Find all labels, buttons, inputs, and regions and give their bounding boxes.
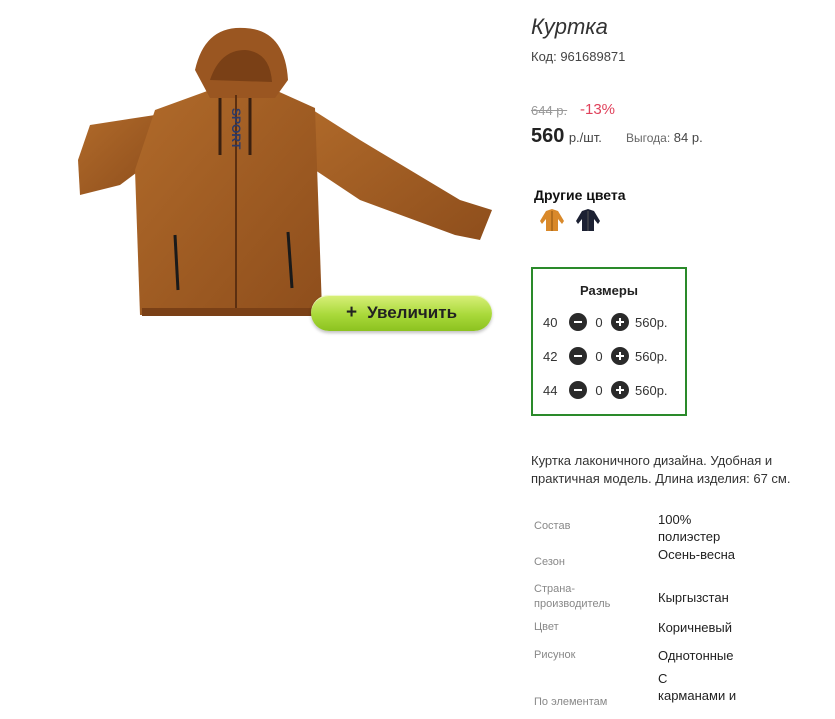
size-row: 42 0 560р. (543, 344, 668, 368)
spec-label: Страна-производитель (534, 583, 611, 610)
size-price: 560р. (635, 382, 668, 398)
minus-icon[interactable] (569, 313, 587, 331)
jacket-print-text: SPORT (229, 108, 243, 150)
savings-label: Выгода: (626, 131, 671, 145)
size-row: 40 0 560р. (543, 310, 668, 334)
zoom-label: Увеличить (367, 303, 458, 322)
savings-value: 84 р. (673, 130, 703, 145)
spec-label: Цвет (534, 621, 559, 633)
savings: Выгода: 84 р. (626, 130, 703, 145)
product-image[interactable]: SPORT (60, 20, 510, 340)
quantity-value: 0 (595, 314, 603, 330)
spec-label: Рисунок (534, 649, 576, 661)
spec-value: 100% полиэстер (658, 512, 721, 544)
quantity-value: 0 (595, 382, 603, 398)
spec-label: Сезон (534, 556, 565, 568)
spec-value: С карманами и (658, 671, 737, 703)
minus-icon[interactable] (569, 381, 587, 399)
color-swatch-navy[interactable] (573, 207, 603, 235)
plus-icon: + (345, 302, 358, 323)
product-title: Куртка (531, 14, 608, 39)
product-code: Код: 961689871 (531, 49, 626, 64)
spec-label: По элементам (534, 696, 608, 708)
price-unit: р./шт. (568, 130, 602, 145)
plus-icon[interactable] (611, 381, 629, 399)
color-swatch-brown[interactable] (537, 207, 567, 235)
sizes-panel: Размеры 40 0 560р. 42 0 560р. 44 0 560р. (531, 267, 687, 416)
spec-value: Однотонные (658, 648, 734, 663)
size-price: 560р. (635, 348, 668, 364)
discount-badge: -13% (580, 101, 616, 118)
size-price: 560р. (635, 314, 668, 330)
quantity-value: 0 (595, 348, 603, 364)
plus-icon[interactable] (611, 347, 629, 365)
old-price: 644 р. (531, 103, 568, 118)
minus-icon[interactable] (569, 347, 587, 365)
spec-value: Коричневый (658, 620, 732, 635)
spec-value: Осень-весна (658, 547, 736, 562)
spec-label: Состав (534, 520, 571, 532)
plus-icon[interactable] (611, 313, 629, 331)
sizes-title: Размеры (580, 283, 638, 298)
size-label: 40 (543, 314, 558, 330)
price-value: 560 (531, 125, 565, 147)
zoom-button[interactable]: + Увеличить (311, 295, 492, 331)
size-label: 44 (543, 382, 558, 398)
spec-value: Кыргызстан (658, 590, 729, 605)
price: 560 р./шт. (531, 125, 602, 148)
size-row: 44 0 560р. (543, 378, 668, 402)
product-description: Куртка лаконичного дизайна. Удобная и пр… (531, 453, 791, 486)
other-colors-title: Другие цвета (534, 187, 626, 203)
size-label: 42 (543, 348, 558, 364)
